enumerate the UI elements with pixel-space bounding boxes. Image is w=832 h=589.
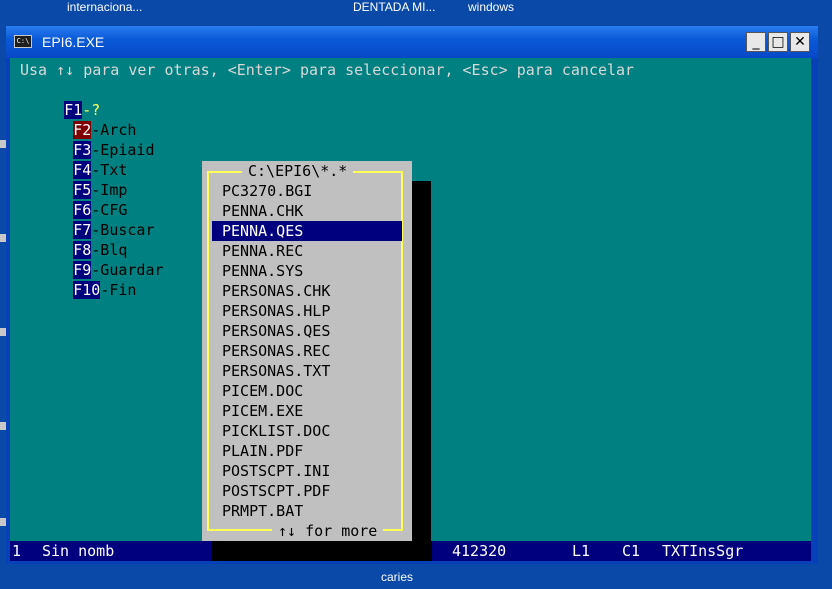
file-item[interactable]: PERSONAS.CHK [212,281,402,301]
close-button[interactable]: ✕ [790,32,810,52]
file-item-selected[interactable]: PENNA.QES [212,221,402,241]
file-list[interactable]: PC3270.BGI PENNA.CHK PENNA.QES PENNA.REC… [212,181,402,521]
fkey-f10[interactable]: F10-Fin [64,281,136,299]
status-line: L1 [572,542,591,560]
fkey-f5[interactable]: F5-Imp [64,181,127,199]
file-item[interactable]: PC3270.BGI [212,181,402,201]
minimize-button[interactable]: _ [746,32,766,52]
fkey-f3[interactable]: F3-Epiaid [64,141,155,159]
status-window-number: 1 [12,542,22,560]
file-picker-dialog: C:\EPI6\*.* PC3270.BGI PENNA.CHK PENNA.Q… [202,161,412,541]
console-icon[interactable]: C:\ [14,35,32,48]
more-indicator: ↑↓ for more [272,521,384,541]
status-black-block [212,541,432,561]
file-item[interactable]: PERSONAS.TXT [212,361,402,381]
file-item[interactable]: PENNA.SYS [212,261,402,281]
console-window: C:\ EPI6.EXE _ □ ✕ Usa ↑↓ para ver otras… [6,26,818,564]
file-item[interactable]: POSTSCPT.PDF [212,481,402,501]
console-area[interactable]: Usa ↑↓ para ver otras, <Enter> para sele… [10,58,811,561]
desktop-icon-label-windows[interactable]: windows [468,0,514,14]
fkey-f9[interactable]: F9-Guardar [64,261,164,279]
window-title: EPI6.EXE [42,34,105,50]
file-item[interactable]: PRMPT.BAT [212,501,402,521]
file-item[interactable]: PENNA.REC [212,241,402,261]
fkey-f1[interactable]: F1-? [64,101,100,119]
desktop-icon-label-dentada[interactable]: DENTADA MI... [353,0,435,14]
desktop-icon-label-caries[interactable]: caries [381,570,413,584]
file-item[interactable]: PERSONAS.HLP [212,301,402,321]
file-item[interactable]: PLAIN.PDF [212,441,402,461]
file-item[interactable]: POSTSCPT.INI [212,461,402,481]
status-mode: TXTInsSgr [662,542,744,560]
file-item[interactable]: PICEM.EXE [212,401,402,421]
fkey-f2[interactable]: F2-Arch [64,121,136,139]
file-item[interactable]: PICEM.DOC [212,381,402,401]
desktop-icon-label-internacional[interactable]: internaciona... [67,0,142,14]
file-item[interactable]: PENNA.CHK [212,201,402,221]
fkey-f6[interactable]: F6-CFG [64,201,127,219]
hint-line: Usa ↑↓ para ver otras, <Enter> para sele… [20,61,635,79]
dialog-title: C:\EPI6\*.* [242,161,354,181]
file-item[interactable]: PERSONAS.REC [212,341,402,361]
maximize-button[interactable]: □ [768,32,788,52]
file-item[interactable]: PERSONAS.QES [212,321,402,341]
fkey-f8[interactable]: F8-Blq [64,241,127,259]
fkey-f4[interactable]: F4-Txt [64,161,127,179]
status-bar: 1 Sin nomb 412320 L1 C1 TXTInsSgr [10,541,811,561]
title-bar[interactable]: C:\ EPI6.EXE _ □ ✕ [6,26,818,58]
status-document-name: Sin nomb [42,542,115,560]
function-key-bar: F1-? F2-Arch F3-Epiaid F4-Txt F5-Imp F6-… [10,80,164,299]
status-column: C1 [622,542,641,560]
status-memory: 412320 [452,542,507,560]
fkey-f7[interactable]: F7-Buscar [64,221,155,239]
file-item[interactable]: PICKLIST.DOC [212,421,402,441]
